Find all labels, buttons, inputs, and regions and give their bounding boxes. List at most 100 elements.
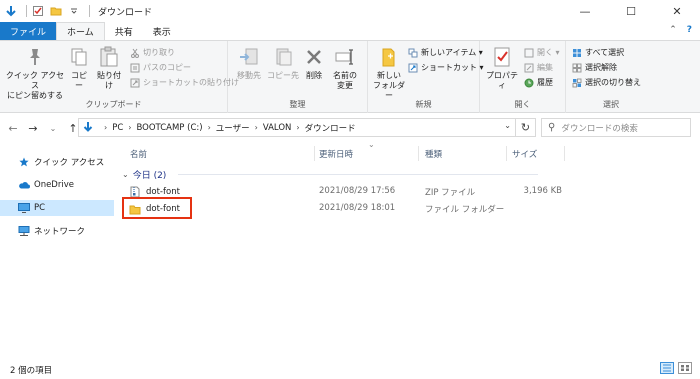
highlight-box	[122, 197, 192, 219]
select-none-icon	[572, 63, 582, 73]
copy-path-icon	[130, 63, 140, 73]
nav-item-quick-access[interactable]: クイック アクセス	[0, 154, 114, 170]
window-title: ダウンロード	[98, 7, 153, 18]
select-all-label: すべて選択	[585, 48, 625, 57]
tab-home[interactable]: ホーム	[56, 22, 105, 40]
help-button[interactable]: ?	[687, 25, 692, 35]
recent-locations-chevron-icon[interactable]: ⌄	[46, 124, 60, 133]
select-all-button[interactable]: すべて選択	[572, 47, 624, 58]
group-header-today[interactable]: ⌄ 今日 (2)	[122, 168, 166, 181]
rename-label: 名前の 変更	[333, 71, 357, 90]
paste-shortcut-icon	[130, 78, 140, 88]
search-box[interactable]: ⚲ ダウンロードの検索	[541, 118, 691, 137]
column-header-size[interactable]: サイズ	[512, 147, 537, 161]
breadcrumb-separator: ›	[254, 123, 258, 132]
file-list: 名前 更新日時 ⌄ 種類 サイズ ⌄ 今日 (2) dot-font 2021/…	[118, 140, 700, 355]
details-view-icon	[663, 364, 671, 372]
search-icon: ⚲	[548, 122, 556, 133]
pin-quick-access-button[interactable]: クイック アクセス にピン留めする	[4, 45, 66, 101]
select-none-label: 選択解除	[585, 63, 617, 72]
downloads-location-icon	[83, 122, 93, 133]
refresh-button[interactable]: ↻	[516, 118, 536, 137]
file-type: ファイル フォルダー	[425, 205, 505, 215]
breadcrumb-downloads[interactable]: ダウンロード	[305, 122, 356, 134]
nav-item-pc[interactable]: PC	[0, 200, 114, 216]
navigation-bar: ← → ⌄ ↑ › PC › BOOTCAMP (C:) › ユーザー › VA…	[0, 113, 700, 143]
edit-button[interactable]: 編集	[524, 62, 553, 73]
move-to-icon	[238, 45, 260, 69]
copy-label: コピー	[71, 71, 87, 90]
large-icons-view-button[interactable]	[678, 362, 692, 374]
breadcrumb-user[interactable]: VALON	[263, 123, 292, 133]
file-row[interactable]: dot-font 2021/08/29 17:56 ZIP ファイル 3,196…	[118, 184, 700, 200]
rename-icon	[334, 45, 356, 69]
delete-label: 削除	[306, 71, 322, 80]
properties-button[interactable]: プロパティ	[484, 45, 520, 91]
column-header-type[interactable]: 種類	[425, 147, 442, 161]
close-button[interactable]: ✕	[654, 0, 700, 22]
invert-selection-icon	[572, 78, 582, 88]
delete-x-icon	[303, 45, 325, 69]
ribbon: クイック アクセス にピン留めする コピー 貼り付け 切り取り パスのコピー シ…	[0, 40, 700, 113]
nav-label-network: ネットワーク	[34, 227, 86, 237]
properties-icon	[491, 45, 513, 69]
new-folder-quick-icon[interactable]	[49, 4, 63, 18]
nav-item-network[interactable]: ネットワーク	[0, 223, 114, 239]
cut-button[interactable]: 切り取り	[130, 47, 175, 58]
delete-button[interactable]: 削除	[302, 45, 326, 81]
tab-file[interactable]: ファイル	[0, 22, 57, 40]
collapse-ribbon-button[interactable]: ⌃	[669, 25, 677, 35]
easy-access-button[interactable]: ショートカット ▾	[408, 62, 484, 73]
copy-to-button[interactable]: コピー先	[266, 45, 300, 81]
pin-icon	[24, 45, 46, 69]
history-button[interactable]: 履歴	[524, 77, 553, 88]
column-header-date[interactable]: 更新日時	[319, 147, 353, 161]
tab-view[interactable]: 表示	[143, 22, 181, 40]
item-count: 2 個の項目	[10, 365, 53, 376]
breadcrumb-drive[interactable]: BOOTCAMP (C:)	[136, 123, 202, 133]
details-view-button[interactable]	[660, 362, 674, 374]
paste-button[interactable]: 貼り付け	[94, 45, 124, 91]
tab-share[interactable]: 共有	[105, 22, 143, 40]
new-item-button[interactable]: 新しいアイテム ▾	[408, 47, 483, 58]
open-icon	[524, 48, 534, 58]
new-folder-button[interactable]: 新しい フォルダー	[370, 45, 408, 101]
sort-chevron-icon: ⌄	[368, 140, 375, 149]
copy-button[interactable]: コピー	[68, 45, 90, 91]
properties-label: プロパティ	[486, 71, 518, 90]
explorer-down-arrow-icon[interactable]	[4, 4, 18, 18]
move-to-label: 移動先	[237, 71, 261, 80]
open-button[interactable]: 開く ▾	[524, 47, 560, 58]
network-icon	[18, 226, 30, 236]
column-header-name[interactable]: 名前	[130, 147, 147, 161]
minimize-button[interactable]: —	[562, 0, 608, 22]
address-dropdown-chevron-icon[interactable]: ⌄	[504, 121, 511, 130]
invert-selection-button[interactable]: 選択の切り替え	[572, 77, 641, 88]
nav-item-onedrive[interactable]: OneDrive	[0, 177, 114, 193]
breadcrumb-separator: ›	[128, 123, 132, 132]
history-label: 履歴	[537, 78, 553, 87]
forward-arrow-icon[interactable]: →	[26, 122, 40, 135]
nav-label-onedrive: OneDrive	[34, 180, 74, 190]
file-row[interactable]: dot-font 2021/08/29 18:01 ファイル フォルダー	[118, 201, 700, 217]
back-arrow-icon[interactable]: ←	[6, 122, 20, 135]
customize-toolbar-icon[interactable]	[67, 4, 81, 18]
breadcrumb-users[interactable]: ユーザー	[216, 122, 250, 134]
copy-icon	[68, 45, 90, 69]
large-icons-view-icon	[681, 365, 689, 371]
rename-button[interactable]: 名前の 変更	[328, 45, 362, 91]
quick-access-toolbar: ダウンロード	[0, 0, 152, 22]
maximize-button[interactable]: ☐	[608, 0, 654, 22]
address-bar[interactable]: › PC › BOOTCAMP (C:) › ユーザー › VALON › ダウ…	[78, 118, 516, 137]
select-none-button[interactable]: 選択解除	[572, 62, 617, 73]
breadcrumb-separator: ›	[207, 123, 211, 132]
group-label: 今日 (2)	[132, 171, 167, 181]
breadcrumb-pc[interactable]: PC	[112, 123, 123, 133]
move-to-button[interactable]: 移動先	[232, 45, 266, 81]
copy-path-button[interactable]: パスのコピー	[130, 62, 191, 73]
properties-check-icon[interactable]	[31, 4, 45, 18]
paste-shortcut-button[interactable]: ショートカットの貼り付け	[130, 77, 239, 88]
edit-label: 編集	[537, 63, 553, 72]
open-label: 開く ▾	[537, 48, 560, 57]
cloud-icon	[18, 180, 30, 190]
